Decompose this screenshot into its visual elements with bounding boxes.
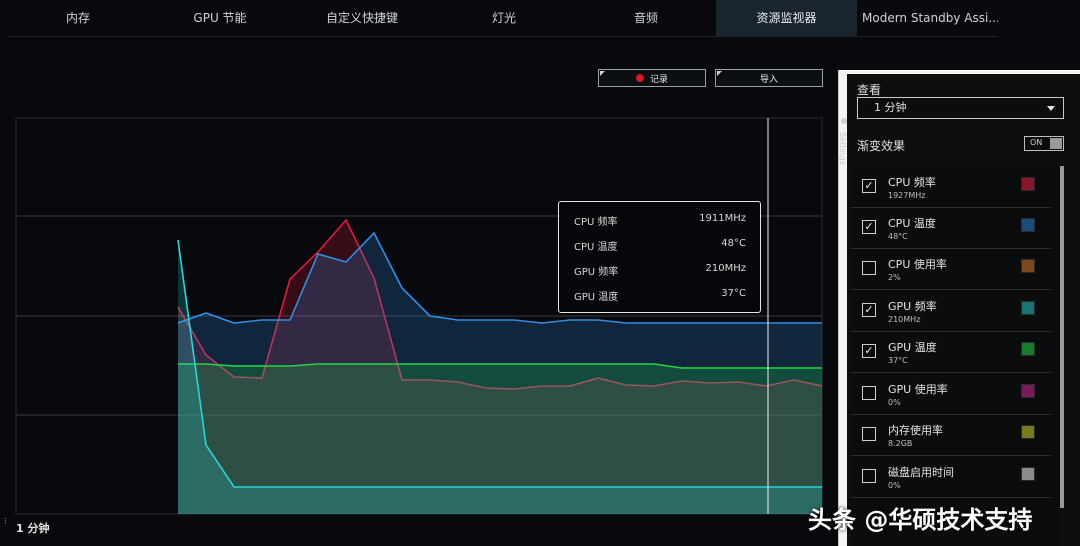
metric-item-cpu-temp[interactable]: ✓ CPU 温度 48°C [851, 207, 1051, 249]
metric-item-cpu-usage[interactable]: CPU 使用率 2% [851, 248, 1051, 290]
metric-checkbox[interactable]: ✓ [862, 220, 876, 234]
metric-value: 8.2GB [888, 439, 913, 448]
metric-color-swatch[interactable] [1021, 467, 1035, 481]
metric-name: GPU 频率 [888, 300, 937, 313]
metric-value: 2% [888, 273, 901, 282]
metric-color-swatch[interactable] [1021, 384, 1035, 398]
watermark: 头条 @华硕技术支持 [808, 506, 1033, 534]
metric-checkbox[interactable]: ✓ [862, 179, 876, 193]
metric-checkbox[interactable]: ✓ [862, 344, 876, 358]
tooltip-value: 1911MHz [699, 213, 746, 224]
chevron-down-icon [1047, 106, 1055, 111]
metric-checkbox[interactable] [862, 469, 876, 483]
metric-item-gpu-temp[interactable]: ✓ GPU 温度 37°C [851, 331, 1051, 373]
view-select[interactable]: 1 分钟 [857, 97, 1064, 119]
metric-color-swatch[interactable] [1021, 259, 1035, 273]
fade-effect-label: 渐变效果 [857, 139, 906, 153]
tooltip-row: GPU 温度 37°C [574, 288, 746, 303]
metric-value: 0% [888, 481, 901, 490]
chart-tooltip: CPU 频率 1911MHz CPU 温度 48°C GPU 频率 210MHz… [558, 201, 761, 313]
metric-name: CPU 频率 [888, 176, 936, 189]
metric-color-swatch[interactable] [1021, 177, 1035, 191]
toggle-knob [1050, 138, 1062, 149]
metric-value: 37°C [888, 356, 908, 365]
tooltip-label: CPU 频率 [574, 217, 618, 228]
tooltip-label: GPU 频率 [574, 267, 619, 278]
metric-name: CPU 温度 [888, 217, 936, 230]
tooltip-value: 37°C [721, 288, 746, 299]
metric-name: 内存使用率 [888, 424, 943, 437]
toggle-state: ON [1030, 138, 1043, 147]
view-label: 查看 [857, 83, 882, 97]
metric-item-disk-active[interactable]: 磁盘启用时间 0% [851, 456, 1051, 498]
metric-value: 48°C [888, 232, 908, 241]
metric-list-scrollbar[interactable] [1060, 166, 1064, 508]
metric-checkbox[interactable] [862, 427, 876, 441]
tooltip-label: GPU 温度 [574, 292, 619, 303]
settings-side-tab[interactable]: Settings [838, 116, 850, 176]
view-select-value: 1 分钟 [874, 101, 907, 114]
metric-color-swatch[interactable] [1021, 425, 1035, 439]
metric-value: 1927MHz [888, 191, 926, 200]
metric-name: CPU 使用率 [888, 258, 947, 271]
tooltip-row: CPU 温度 48°C [574, 238, 746, 253]
metric-name: GPU 温度 [888, 341, 937, 354]
tooltip-value: 210MHz [705, 263, 746, 274]
metric-item-gpu-usage[interactable]: GPU 使用率 0% [851, 373, 1051, 415]
metric-item-memory-usage[interactable]: 内存使用率 8.2GB [851, 414, 1051, 456]
metric-item-gpu-freq[interactable]: ✓ GPU 频率 210MHz [851, 290, 1051, 332]
metric-checkbox[interactable] [862, 386, 876, 400]
tooltip-row: CPU 频率 1911MHz [574, 213, 746, 228]
metric-color-swatch[interactable] [1021, 342, 1035, 356]
metric-checkbox[interactable] [862, 261, 876, 275]
tab-modern-standby[interactable]: Modern Standby Assi... [862, 0, 998, 36]
metric-checkbox[interactable]: ✓ [862, 303, 876, 317]
tooltip-value: 48°C [721, 238, 746, 249]
drag-handle-icon[interactable]: ⁝ [4, 517, 7, 527]
metric-name: GPU 使用率 [888, 383, 948, 396]
metric-color-swatch[interactable] [1021, 218, 1035, 232]
settings-side-label: Settings [837, 132, 847, 165]
settings-dot-icon [841, 118, 847, 124]
metric-color-swatch[interactable] [1021, 301, 1035, 315]
metric-name: 磁盘启用时间 [888, 466, 954, 479]
metric-value: 210MHz [888, 315, 921, 324]
tooltip-label: CPU 温度 [574, 242, 618, 253]
metric-value: 0% [888, 398, 901, 407]
fade-effect-toggle[interactable]: ON [1024, 136, 1064, 151]
time-window-label: 1 分钟 [16, 522, 50, 535]
tooltip-row: GPU 频率 210MHz [574, 263, 746, 278]
metric-item-cpu-freq[interactable]: ✓ CPU 频率 1927MHz [851, 166, 1051, 208]
